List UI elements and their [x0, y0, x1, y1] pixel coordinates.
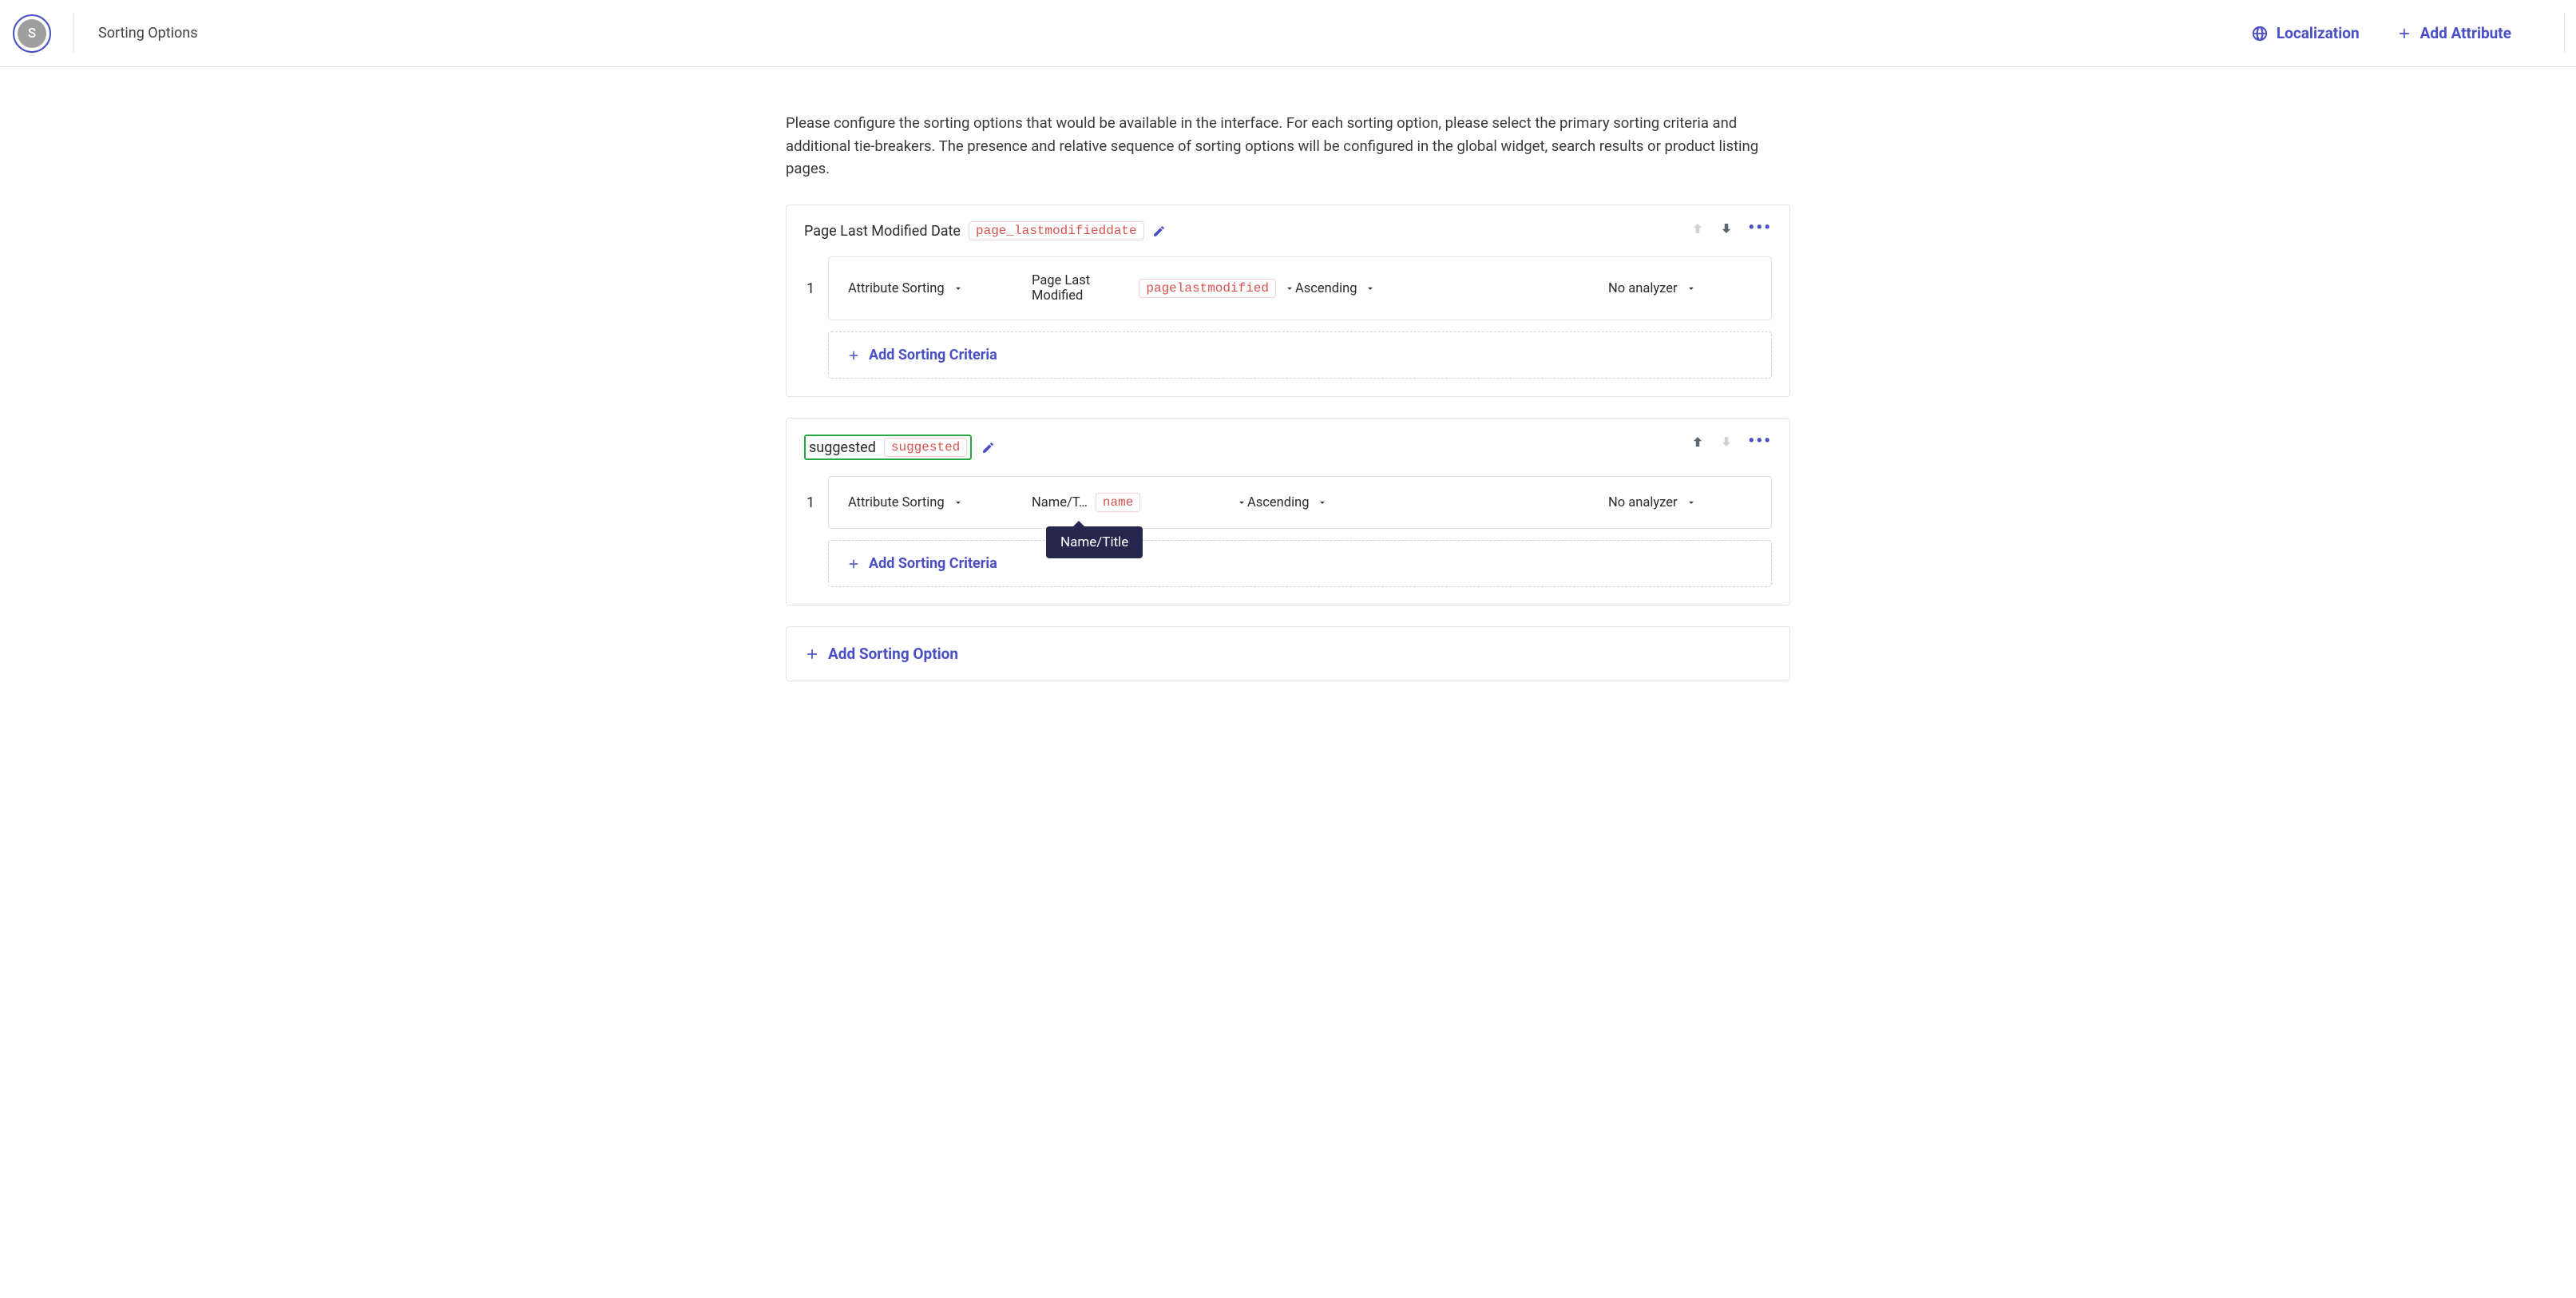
move-up-button[interactable] [1690, 435, 1705, 449]
direction-label: Ascending [1247, 495, 1309, 510]
topbar: S Sorting Options Localization Add Attri… [0, 0, 2576, 67]
add-sorting-criteria-button[interactable]: Add Sorting Criteria [828, 331, 1772, 379]
attribute-label: Page Last Modified [1032, 273, 1131, 304]
plus-icon [846, 348, 861, 363]
more-menu-button[interactable]: ••• [1748, 438, 1772, 446]
localization-button[interactable]: Localization [2251, 24, 2360, 42]
option-header: Page Last Modified Date page_lastmodifie… [804, 221, 1772, 240]
attribute-tooltip: Name/Title [1046, 526, 1143, 558]
add-sorting-option-button[interactable]: Add Sorting Option [786, 626, 1790, 681]
globe-icon [2251, 25, 2269, 42]
arrow-up-icon [1690, 221, 1705, 236]
chevron-down-icon [1284, 283, 1295, 294]
analyzer-select[interactable]: No analyzer [1608, 281, 1752, 296]
option-title: Page Last Modified Date [804, 223, 961, 240]
plus-icon [804, 646, 820, 662]
edit-button[interactable] [981, 441, 995, 454]
sorting-type-label: Attribute Sorting [848, 495, 945, 510]
add-criteria-label: Add Sorting Criteria [869, 347, 997, 363]
pencil-icon [981, 441, 995, 454]
chevron-down-icon [1236, 497, 1247, 508]
add-option-label: Add Sorting Option [828, 645, 958, 663]
analyzer-select[interactable]: No analyzer [1608, 495, 1752, 510]
divider [2564, 14, 2565, 53]
sorting-type-label: Attribute Sorting [848, 281, 945, 296]
option-code: page_lastmodifieddate [969, 221, 1144, 240]
intro-text: Please configure the sorting options tha… [786, 112, 1790, 181]
move-down-button [1719, 435, 1734, 449]
sorting-type-select[interactable]: Attribute Sorting [848, 281, 1032, 296]
edit-button[interactable] [1152, 224, 1166, 238]
divider [73, 14, 74, 53]
chevron-down-icon [953, 497, 964, 508]
attribute-code: name [1096, 493, 1140, 512]
avatar[interactable]: S [13, 14, 51, 53]
criteria-index: 1 [806, 494, 814, 511]
sorting-option-card: suggested suggested ••• 1 Attribute Sort… [786, 418, 1790, 605]
sorting-option-card: Page Last Modified Date page_lastmodifie… [786, 204, 1790, 397]
attribute-label: Name/T… [1032, 495, 1088, 510]
arrow-down-icon [1719, 435, 1734, 449]
sorting-type-select[interactable]: Attribute Sorting [848, 495, 1032, 510]
attribute-select[interactable]: Page Last Modified pagelastmodified [1032, 273, 1295, 304]
chevron-down-icon [1365, 283, 1376, 294]
attribute-code: pagelastmodified [1139, 279, 1276, 298]
add-attribute-label: Add Attribute [2420, 24, 2511, 42]
direction-label: Ascending [1295, 281, 1357, 296]
move-down-button[interactable] [1719, 221, 1734, 236]
option-code: suggested [884, 438, 967, 457]
option-title: suggested [809, 439, 876, 456]
arrow-down-icon [1719, 221, 1734, 236]
analyzer-label: No analyzer [1608, 495, 1678, 510]
attribute-select[interactable]: Name/T… name Name/Title [1032, 493, 1247, 512]
pencil-icon [1152, 224, 1166, 238]
localization-label: Localization [2277, 24, 2360, 42]
more-menu-button[interactable]: ••• [1748, 224, 1772, 232]
content: Please configure the sorting options tha… [773, 112, 1803, 729]
option-controls: ••• [1690, 435, 1772, 449]
plus-icon [846, 557, 861, 571]
criteria-row: 1 Attribute Sorting Name/T… name Name/Ti… [828, 476, 1772, 529]
direction-select[interactable]: Ascending [1295, 281, 1471, 296]
page-title: Sorting Options [98, 25, 198, 42]
add-criteria-label: Add Sorting Criteria [869, 555, 997, 572]
analyzer-label: No analyzer [1608, 281, 1678, 296]
chevron-down-icon [953, 283, 964, 294]
chevron-down-icon [1686, 497, 1697, 508]
option-controls: ••• [1690, 221, 1772, 236]
criteria-index: 1 [806, 280, 814, 297]
direction-select[interactable]: Ascending [1247, 495, 1423, 510]
chevron-down-icon [1317, 497, 1328, 508]
move-up-button [1690, 221, 1705, 236]
option-header: suggested suggested [804, 435, 972, 460]
avatar-letter: S [18, 19, 46, 48]
add-attribute-button[interactable]: Add Attribute [2396, 24, 2511, 42]
add-sorting-criteria-button[interactable]: Add Sorting Criteria [828, 540, 1772, 587]
criteria-row: 1 Attribute Sorting Page Last Modified p… [828, 256, 1772, 320]
arrow-up-icon [1690, 435, 1705, 449]
plus-icon [2396, 26, 2412, 42]
chevron-down-icon [1686, 283, 1697, 294]
